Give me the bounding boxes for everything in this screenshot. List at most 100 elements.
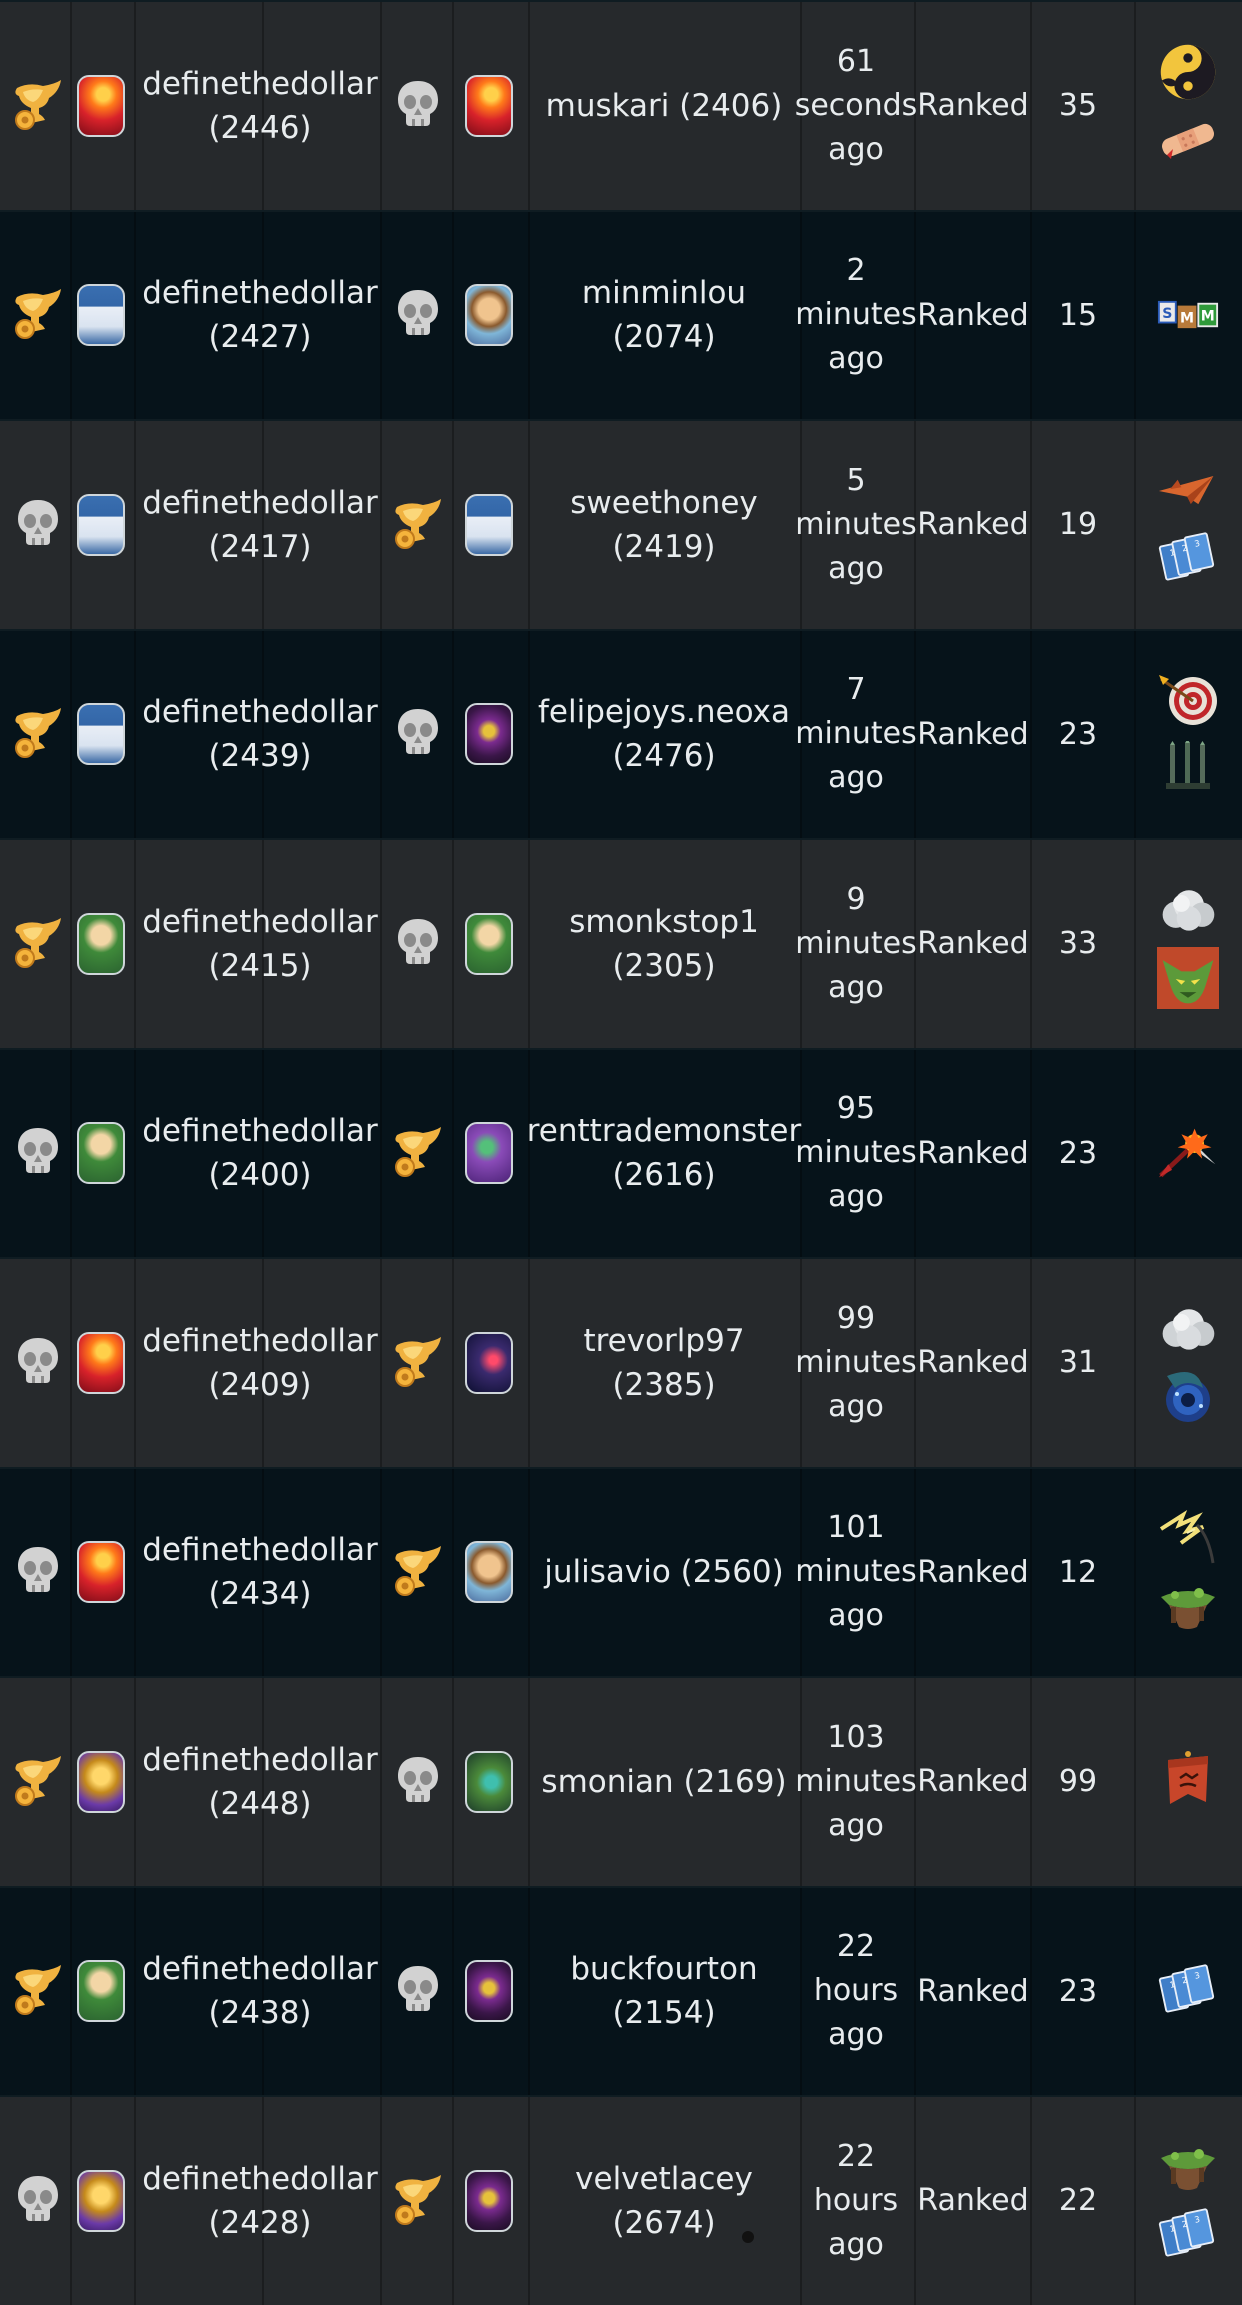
player2-cell: sweethoney (2419): [528, 421, 800, 629]
player2-name-link[interactable]: felipejoys.neoxa (2476): [538, 690, 790, 778]
column-divider: [134, 1468, 136, 1676]
ruleset-cell: 321: [1134, 1888, 1242, 2096]
format-cell: Ranked: [914, 2, 1032, 210]
player2-avatar-cell: [452, 840, 526, 1048]
mana-cap: 99: [1058, 1764, 1098, 1800]
player2-result: [380, 421, 455, 629]
player1-avatar-cell: [70, 2, 132, 210]
time-cell: 61 seconds ago: [795, 2, 918, 210]
mana-cell: 23: [1030, 1888, 1126, 2096]
player1-name-link[interactable]: definethedollar (2417): [142, 481, 377, 569]
player2-name-link[interactable]: buckfourton (2154): [570, 1947, 757, 2035]
floating-island-icon[interactable]: [1157, 2136, 1219, 2198]
player2-avatar-cell: [452, 631, 526, 839]
battle-time: 7 minutes ago: [795, 672, 917, 796]
player2-avatar-cell: [452, 1259, 526, 1467]
player2-name-link[interactable]: minminlou (2074): [528, 271, 800, 359]
column-divider: [134, 1887, 136, 2095]
player2-name-link[interactable]: renttrademonster (2616): [527, 1109, 802, 1197]
player2-name-link[interactable]: sweethoney (2419): [570, 481, 757, 569]
battle-time: 9 minutes ago: [795, 881, 917, 1005]
vortex-icon[interactable]: [1157, 1366, 1219, 1428]
time-cell: 95 minutes ago: [795, 1050, 916, 1258]
cards-icon[interactable]: 321: [1157, 2204, 1219, 2266]
summoner-avatar: [465, 1122, 513, 1185]
player2-name-link[interactable]: velvetlacey (2674): [528, 2157, 800, 2245]
battle-row[interactable]: definethedollar (2428) velvetlacey (2674)…: [0, 2095, 1242, 2305]
player1-name-link[interactable]: definethedollar (2446): [142, 62, 377, 150]
mana-cap: 31: [1058, 1345, 1098, 1381]
mana-cap: 35: [1058, 88, 1098, 124]
battle-row[interactable]: definethedollar (2400) renttrademonster (…: [0, 1047, 1242, 1258]
battle-format: Ranked: [917, 1345, 1029, 1381]
player1-name-link[interactable]: definethedollar (2439): [142, 690, 377, 778]
battle-format: Ranked: [917, 716, 1029, 752]
player1-name-link[interactable]: definethedollar (2400): [142, 1109, 377, 1197]
summoner-avatar: [77, 1960, 125, 2023]
player2-cell: minminlou (2074): [528, 212, 800, 420]
player2-name-link[interactable]: julisavio (2560): [544, 1550, 784, 1594]
lightning-icon[interactable]: [1157, 1507, 1219, 1569]
player2-name-link[interactable]: trevorlp97 (2385): [528, 1319, 800, 1407]
player2-avatar-cell: [452, 421, 526, 629]
player1-name-link[interactable]: definethedollar (2427): [142, 271, 377, 359]
letter-blocks-icon[interactable]: SMM: [1157, 284, 1219, 346]
player1-result: [0, 1888, 75, 2096]
battle-history-table: definethedollar (2446) muskari (2406) 61 s…: [0, 0, 1242, 2305]
column-divider: [134, 630, 136, 838]
player1-name-link[interactable]: definethedollar (2438): [142, 1947, 377, 2035]
cards-icon[interactable]: 321: [1157, 1960, 1219, 2022]
paper-plane-icon[interactable]: [1157, 460, 1219, 522]
player2-cell: buckfourton (2154): [528, 1888, 800, 2096]
summoner-avatar: [77, 1750, 125, 1813]
player1-result: [0, 2, 75, 210]
format-cell: Ranked: [914, 1050, 1032, 1258]
player2-name-link[interactable]: smonkstop1 (2305): [569, 900, 759, 988]
cloud-icon[interactable]: [1157, 1298, 1219, 1360]
swords-icon[interactable]: [1157, 737, 1219, 799]
player2-name-link[interactable]: muskari (2406): [546, 84, 783, 128]
player1-name-link[interactable]: definethedollar (2448): [142, 1738, 377, 1826]
battle-row[interactable]: definethedollar (2434) julisavio (2560) 10…: [0, 1466, 1242, 1677]
time-cell: 101 minutes ago: [795, 1469, 916, 1677]
bandage-icon[interactable]: [1157, 109, 1219, 171]
player1-avatar-cell: [70, 1888, 132, 2096]
battle-time: 5 minutes ago: [795, 462, 917, 586]
player1-cell: definethedollar (2448): [138, 1678, 382, 1886]
battle-row[interactable]: definethedollar (2415) smonkstop1 (2305) 9…: [0, 838, 1242, 1048]
battle-row[interactable]: definethedollar (2439) felipejoys.neoxa (…: [0, 628, 1242, 839]
explosive-arrow-icon[interactable]: [1157, 1122, 1219, 1184]
player1-name-link[interactable]: definethedollar (2409): [142, 1319, 377, 1407]
battle-time: 103 minutes ago: [795, 1719, 917, 1843]
player1-name-link[interactable]: definethedollar (2434): [142, 1528, 377, 1616]
mana-cap: 23: [1058, 1973, 1098, 2009]
cards-icon[interactable]: 321: [1157, 528, 1219, 590]
trophy-icon: [9, 78, 67, 134]
battle-row[interactable]: definethedollar (2438) buckfourton (2154)…: [0, 1885, 1242, 2096]
player2-avatar-cell: [452, 1050, 526, 1258]
skull-icon: [394, 706, 442, 762]
goblin-icon[interactable]: [1157, 946, 1219, 1009]
player2-result: [380, 1259, 455, 1467]
floating-island-icon[interactable]: [1157, 1575, 1219, 1637]
svg-text:M: M: [1180, 311, 1194, 327]
player1-name-link[interactable]: definethedollar (2428): [142, 2157, 377, 2245]
battle-row[interactable]: definethedollar (2448) smonian (2169) 103 …: [0, 1676, 1242, 1886]
battle-row[interactable]: definethedollar (2409) trevorlp97 (2385) 9…: [0, 1257, 1242, 1467]
player2-avatar-cell: [452, 1469, 526, 1677]
yin-yang-icon[interactable]: [1157, 41, 1219, 103]
battle-time: 2 minutes ago: [795, 253, 917, 377]
banner-icon[interactable]: [1157, 1750, 1219, 1813]
ruleset-cell: SMM: [1134, 212, 1242, 420]
player2-name-link[interactable]: smonian (2169): [541, 1760, 786, 1804]
column-divider: [134, 840, 136, 1048]
target-icon[interactable]: [1157, 669, 1219, 731]
battle-row[interactable]: definethedollar (2427) minminlou (2074) 2 …: [0, 209, 1242, 420]
battle-row[interactable]: definethedollar (2417) sweethoney (2419) 5…: [0, 419, 1242, 629]
battle-row[interactable]: definethedollar (2446) muskari (2406) 61 s…: [0, 0, 1242, 210]
player1-name-link[interactable]: definethedollar (2415): [142, 900, 377, 988]
format-cell: Ranked: [914, 421, 1032, 629]
skull-icon: [394, 78, 442, 134]
cloud-icon[interactable]: [1157, 879, 1219, 941]
mana-cell: 12: [1030, 1469, 1126, 1677]
